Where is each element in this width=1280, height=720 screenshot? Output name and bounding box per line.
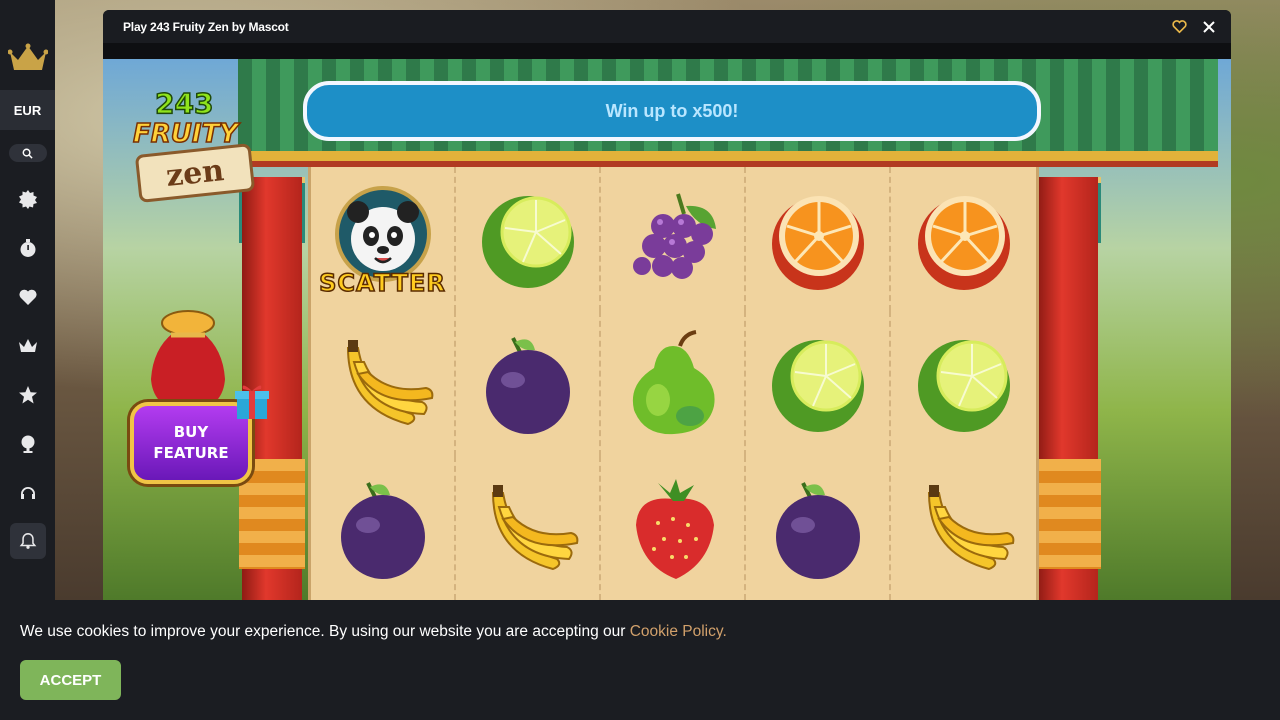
game-modal: Play 243 Fruity Zen by Mascot Win up to … [103, 10, 1231, 600]
reel-cell [891, 456, 1036, 600]
heart-outline-icon [1171, 19, 1187, 33]
favorite-button[interactable] [1171, 19, 1187, 35]
modal-header: Play 243 Fruity Zen by Mascot [103, 10, 1231, 43]
feature-label: FEATURE [153, 444, 229, 462]
cookie-text: We use cookies to improve your experienc… [20, 623, 727, 641]
currency-selector[interactable]: EUR [0, 90, 55, 130]
heart-icon [18, 289, 37, 305]
sidebar-item-trophy[interactable] [0, 419, 55, 468]
sidebar: EUR [0, 0, 55, 600]
buy-label: BUY [173, 423, 209, 441]
star-icon [18, 385, 37, 403]
reel-cell [601, 167, 746, 312]
orange-icon [771, 196, 864, 291]
reel-cell [456, 167, 601, 312]
banana-icon [491, 484, 578, 570]
modal-title: Play 243 Fruity Zen by Mascot [123, 19, 289, 34]
banana-icon [927, 484, 1014, 570]
reel-cell [601, 311, 746, 456]
sidebar-item-favorites[interactable] [0, 272, 55, 321]
reel-cell [601, 455, 746, 600]
reel-cell [311, 455, 456, 600]
reel-grid[interactable]: SCATTER [308, 167, 1039, 600]
reel-cell [311, 311, 456, 456]
logo-243: 243 [154, 86, 214, 121]
sidebar-item-support[interactable] [0, 468, 55, 517]
game-logo: 243 FRUITY zen [115, 79, 265, 203]
lime-icon [481, 196, 574, 289]
trophy-icon [21, 435, 34, 453]
cookie-banner: We use cookies to improve your experienc… [0, 600, 1280, 720]
plum-icon [775, 481, 860, 579]
crown-icon [18, 338, 37, 352]
lime-icon [917, 340, 1010, 433]
cookie-message: We use cookies to improve your experienc… [20, 623, 630, 640]
accept-cookies-button[interactable]: ACCEPT [20, 660, 121, 700]
gift-icon [235, 385, 269, 419]
right-pillar-ornament [1035, 459, 1101, 569]
pear-icon [632, 330, 715, 435]
sidebar-item-vip[interactable] [0, 321, 55, 370]
grapes-icon [632, 193, 716, 280]
lime-icon [771, 340, 864, 433]
reel-cell: SCATTER [311, 167, 456, 312]
reel-cell [456, 455, 601, 600]
cookie-policy-link[interactable]: Cookie Policy. [630, 623, 727, 640]
roof-trim [238, 151, 1218, 161]
headset-icon [20, 486, 35, 499]
sidebar-item-top[interactable] [0, 370, 55, 419]
reel-cell [891, 311, 1036, 455]
search-icon [22, 148, 33, 159]
win-banner: Win up to x500! [303, 81, 1041, 141]
plum-icon [485, 337, 570, 435]
new-games-icon [18, 189, 37, 209]
reel-cell [746, 167, 891, 312]
reel-cell [456, 311, 601, 456]
plum-icon [340, 481, 425, 579]
strawberry-icon [635, 478, 714, 579]
stopwatch-icon [20, 238, 35, 257]
reel-cell [746, 311, 891, 456]
close-button[interactable] [1201, 19, 1217, 35]
notifications-button[interactable] [9, 523, 46, 559]
bell-icon [19, 533, 36, 549]
orange-icon [917, 196, 1010, 291]
reel-cell [746, 455, 891, 600]
reel-cell [891, 167, 1036, 311]
scatter-label: SCATTER [318, 269, 446, 299]
sidebar-item-recent[interactable] [0, 223, 55, 272]
sidebar-item-new[interactable] [0, 174, 55, 223]
logo-fruity: FRUITY [132, 118, 239, 150]
banana-icon [346, 340, 433, 426]
game-canvas[interactable]: Win up to x500! SCATTER 243 FRUITY zen B… [103, 59, 1231, 600]
search-button[interactable] [8, 144, 47, 162]
close-icon [1203, 20, 1215, 33]
crown-logo-icon[interactable] [7, 42, 48, 74]
logo-zen: zen [134, 143, 256, 203]
